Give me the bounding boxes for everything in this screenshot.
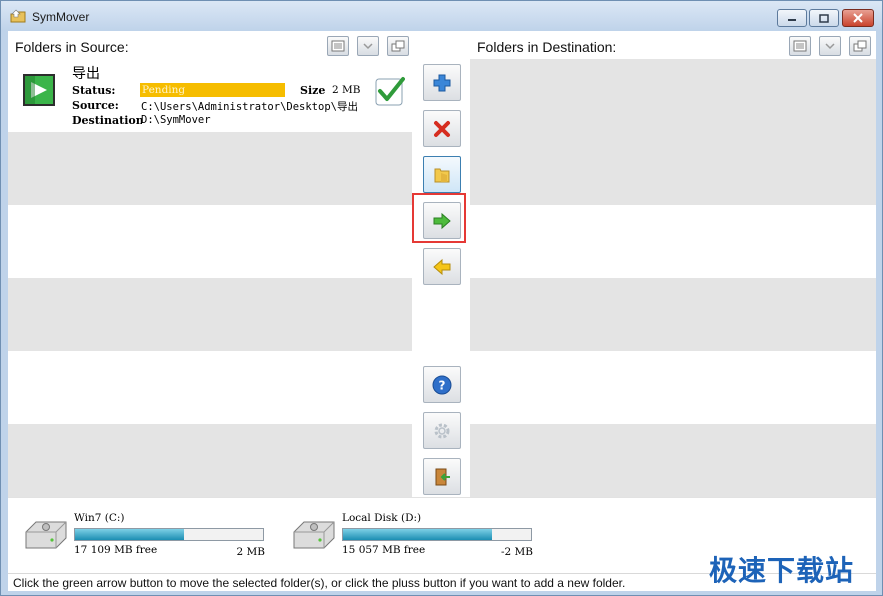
plus-icon <box>433 74 451 91</box>
dest-list-view-button[interactable] <box>789 36 811 56</box>
list-row <box>470 205 876 278</box>
list-row <box>470 278 876 351</box>
add-folder-button[interactable] <box>423 64 461 101</box>
status-value: Pending <box>142 84 186 96</box>
list-row <box>470 424 876 497</box>
close-button[interactable] <box>842 9 874 27</box>
chevron-down-icon <box>363 43 373 50</box>
checkmark-icon[interactable] <box>375 76 405 106</box>
disk-usage-fill <box>75 529 185 540</box>
watermark-logo: 极速下载站 <box>709 554 855 587</box>
source-pane-title: Folders in Source: <box>15 39 129 55</box>
disk-free-space: 17 109 MB free <box>74 544 158 556</box>
list-row <box>8 132 412 205</box>
app-icon <box>10 9 26 23</box>
list-row <box>8 351 412 424</box>
remove-folder-button[interactable] <box>423 110 461 147</box>
gear-icon <box>434 423 450 438</box>
title-bar[interactable]: SymMover <box>1 1 882 31</box>
settings-button[interactable] <box>423 412 461 449</box>
highlight-box <box>412 193 466 243</box>
move-left-button[interactable] <box>423 248 461 285</box>
yellow-arrow-left-icon <box>433 258 451 275</box>
folder-item[interactable]: 导出 Status: Pending Size 2 MB Source: C:\… <box>8 59 412 132</box>
maximize-button[interactable] <box>809 9 839 27</box>
window-title: SymMover <box>32 10 90 24</box>
list-view-icon <box>331 40 345 52</box>
exit-button[interactable] <box>423 458 461 495</box>
disk-usage-fill <box>343 529 492 540</box>
folder-name: 导出 <box>72 66 100 82</box>
minimize-button[interactable] <box>777 9 807 27</box>
disk-size: -2 MB <box>500 546 533 558</box>
status-message: Click the green arrow button to move the… <box>13 576 626 590</box>
close-icon <box>853 13 863 23</box>
destination-path: D:\SymMover <box>141 114 211 126</box>
size-label: Size <box>300 84 326 97</box>
main-panel: Folders in Source: Folders in Destinatio… <box>8 31 876 591</box>
destination-folder-list[interactable] <box>470 59 876 497</box>
list-row <box>470 132 876 205</box>
disk-size: 2 MB <box>236 546 266 558</box>
symmover-folder-icon <box>23 74 55 106</box>
source-list-view-button[interactable] <box>327 36 349 56</box>
size-value: 2 MB <box>332 84 361 96</box>
dest-dropdown-button[interactable] <box>819 36 841 56</box>
list-row <box>470 59 876 132</box>
app-window: SymMover Folders in Source: Folders in D… <box>0 0 883 596</box>
chevron-down-icon <box>825 43 835 50</box>
status-label: Status: <box>72 84 116 97</box>
dest-pane-title: Folders in Destination: <box>477 39 617 55</box>
maximize-icon <box>819 13 829 23</box>
help-button[interactable]: ? <box>423 366 461 403</box>
disk-name: Win7 (C:) <box>74 512 125 524</box>
minimize-icon <box>788 19 796 21</box>
dest-details-button[interactable] <box>849 36 871 56</box>
disk-usage-bar <box>342 528 532 541</box>
folder-icon <box>434 168 450 182</box>
red-x-icon <box>434 120 450 137</box>
disk-usage-bar <box>74 528 264 541</box>
question-icon: ? <box>432 375 452 394</box>
source-details-button[interactable] <box>387 36 409 56</box>
list-view-icon <box>793 40 807 52</box>
list-row <box>8 278 412 351</box>
destination-label: Destination: <box>72 114 142 127</box>
source-label: Source: <box>72 99 119 112</box>
action-toolbar: ? <box>414 59 470 497</box>
svg-text:?: ? <box>439 378 446 392</box>
list-row <box>8 205 412 278</box>
source-dropdown-button[interactable] <box>357 36 379 56</box>
exit-door-icon <box>435 468 450 485</box>
hard-drive-icon <box>25 521 67 549</box>
list-row <box>470 351 876 424</box>
hard-drive-icon <box>293 521 335 549</box>
source-path: C:\Users\Administrator\Desktop\导出 <box>141 101 358 113</box>
disk-free-space: 15 057 MB free <box>342 544 426 556</box>
list-row <box>8 424 412 497</box>
source-folder-list[interactable]: 导出 Status: Pending Size 2 MB Source: C:\… <box>8 59 412 497</box>
disk-name: Local Disk (D:) <box>342 512 422 524</box>
windows-icon <box>853 40 867 52</box>
windows-icon <box>391 40 405 52</box>
open-folder-button[interactable] <box>423 156 461 193</box>
